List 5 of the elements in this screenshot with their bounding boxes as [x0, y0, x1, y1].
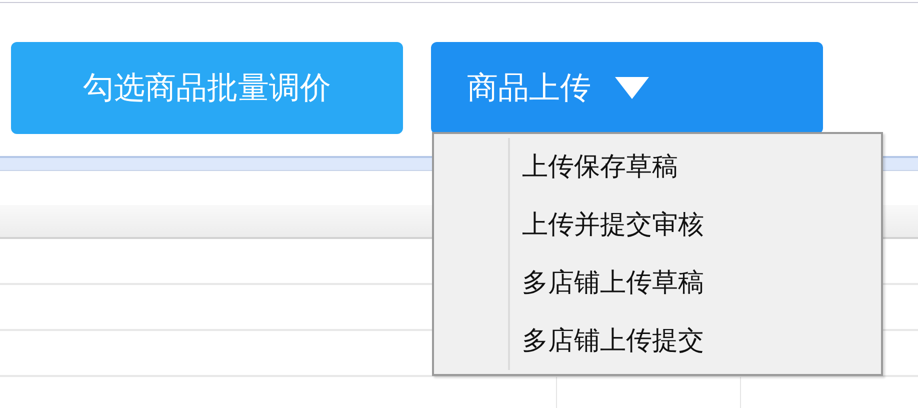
menu-item[interactable]: 上传并提交审核 — [522, 196, 881, 254]
menu-item[interactable]: 多店铺上传提交 — [522, 312, 881, 370]
menu-item[interactable]: 上传保存草稿 — [522, 138, 881, 196]
menu-item[interactable]: 多店铺上传草稿 — [522, 254, 881, 312]
caret-icon — [615, 77, 649, 99]
